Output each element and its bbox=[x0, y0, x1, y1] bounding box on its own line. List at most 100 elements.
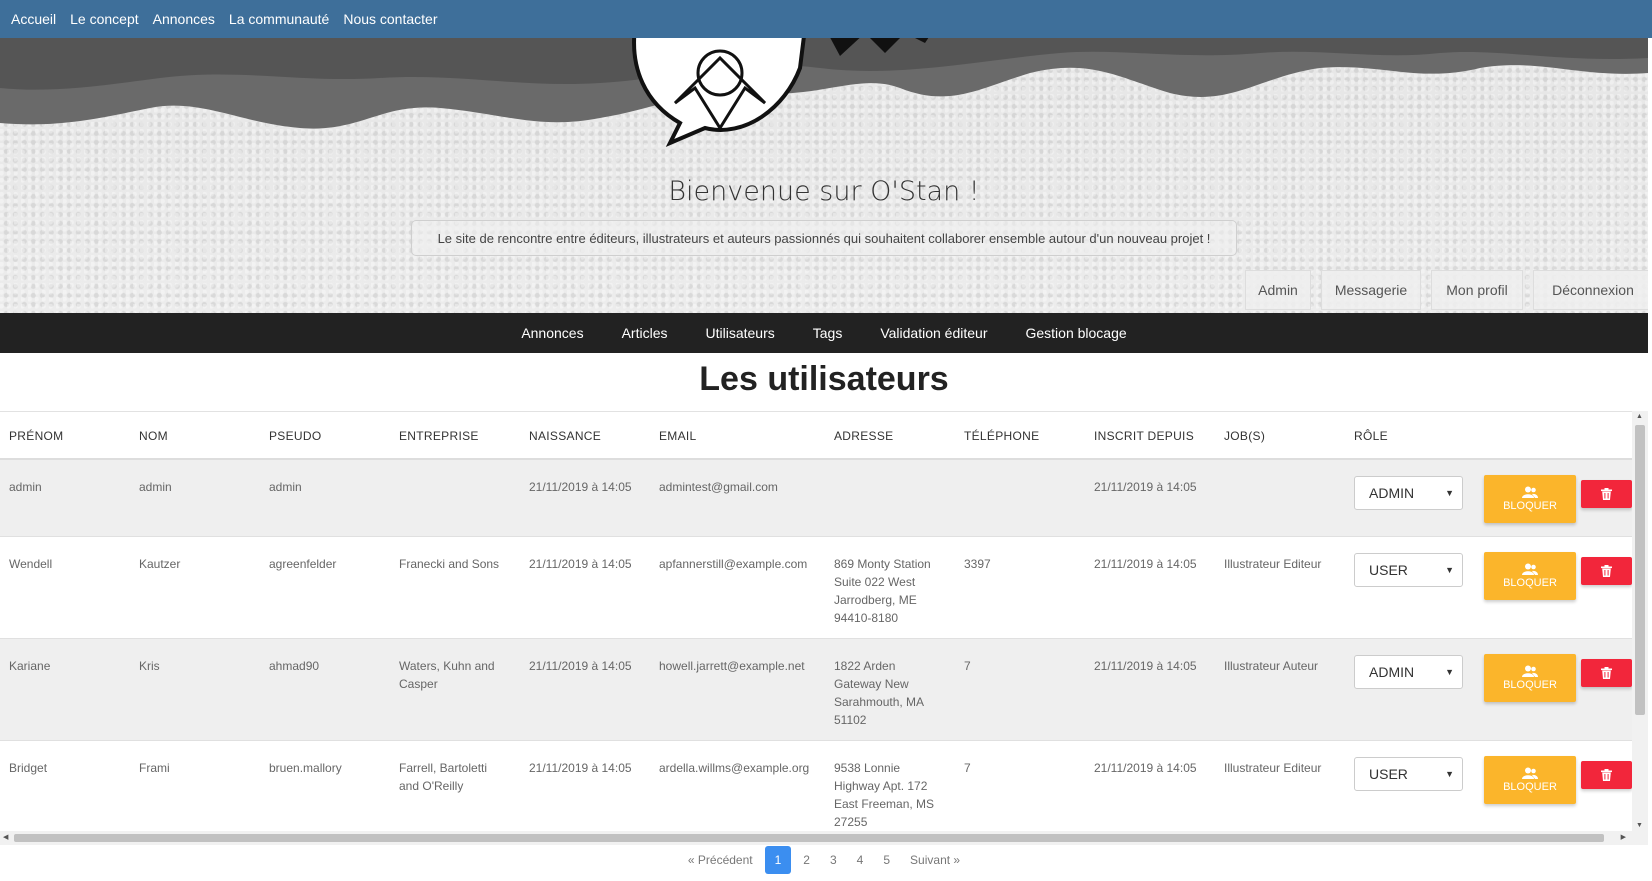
cell-naissance: 21/11/2019 à 14:05 bbox=[529, 557, 632, 571]
cell-nom: admin bbox=[139, 480, 172, 494]
admin-button[interactable]: Admin bbox=[1245, 270, 1311, 310]
pagination-prev[interactable]: « Précédent bbox=[680, 846, 761, 874]
header-prenom[interactable]: PRÉNOM bbox=[9, 429, 63, 443]
mon-profil-button[interactable]: Mon profil bbox=[1431, 270, 1523, 310]
block-button[interactable]: BLOQUER bbox=[1484, 552, 1576, 600]
admin-nav-utilisateurs[interactable]: Utilisateurs bbox=[687, 325, 794, 341]
admin-nav-annonces[interactable]: Annonces bbox=[502, 325, 602, 341]
cell-pseudo: agreenfelder bbox=[269, 557, 337, 571]
scroll-left-icon[interactable]: ◀ bbox=[3, 833, 8, 841]
admin-nav-validation-editeur[interactable]: Validation éditeur bbox=[861, 325, 1006, 341]
block-button-label: BLOQUER bbox=[1503, 577, 1557, 589]
header-nom[interactable]: NOM bbox=[139, 429, 168, 443]
page-gutter bbox=[1648, 38, 1652, 881]
scroll-right-icon[interactable]: ▶ bbox=[1621, 833, 1626, 841]
cell-pseudo: admin bbox=[269, 480, 302, 494]
hero-banner: Bienvenue sur O'Stan ! Le site de rencon… bbox=[0, 38, 1648, 313]
deconnexion-button[interactable]: Déconnexion bbox=[1533, 270, 1648, 310]
trash-icon bbox=[1601, 488, 1612, 500]
block-button[interactable]: BLOQUER bbox=[1484, 654, 1576, 702]
block-button-label: BLOQUER bbox=[1503, 781, 1557, 793]
pagination-page-5[interactable]: 5 bbox=[875, 846, 898, 874]
pagination: « Précédent 1 2 3 4 5 Suivant » bbox=[0, 846, 1648, 874]
pagination-next[interactable]: Suivant » bbox=[902, 846, 968, 874]
admin-nav-gestion-blocage[interactable]: Gestion blocage bbox=[1006, 325, 1145, 341]
header-telephone[interactable]: TÉLÉPHONE bbox=[964, 429, 1039, 443]
block-button-label: BLOQUER bbox=[1503, 679, 1557, 691]
messagerie-button[interactable]: Messagerie bbox=[1321, 270, 1421, 310]
cell-email: ardella.willms@example.org bbox=[659, 761, 810, 775]
role-select[interactable]: USER ▼ bbox=[1354, 757, 1463, 791]
scroll-up-icon[interactable]: ▲ bbox=[1636, 413, 1643, 420]
vertical-scrollbar[interactable]: ▲ ▼ bbox=[1632, 411, 1648, 831]
role-value: ADMIN bbox=[1369, 664, 1415, 680]
pagination-page-3[interactable]: 3 bbox=[822, 846, 845, 874]
header-role[interactable]: RÔLE bbox=[1354, 429, 1388, 443]
pagination-page-4[interactable]: 4 bbox=[849, 846, 872, 874]
delete-button[interactable] bbox=[1581, 557, 1632, 585]
cell-prenom: Bridget bbox=[9, 761, 48, 775]
header-email[interactable]: EMAIL bbox=[659, 429, 697, 443]
nav-accueil[interactable]: Accueil bbox=[4, 11, 63, 27]
delete-button[interactable] bbox=[1581, 480, 1632, 508]
cell-nom: Kris bbox=[139, 659, 160, 673]
cell-nom: Kautzer bbox=[139, 557, 181, 571]
cell-email: admintest@gmail.com bbox=[659, 480, 778, 494]
cell-jobs: Illustrateur Editeur bbox=[1224, 761, 1322, 775]
top-navbar: Accueil Le concept Annonces La communaut… bbox=[0, 0, 1652, 38]
admin-navbar: Annonces Articles Utilisateurs Tags Vali… bbox=[0, 313, 1648, 353]
cell-inscrit: 21/11/2019 à 14:05 bbox=[1094, 480, 1197, 494]
trash-icon bbox=[1601, 769, 1612, 781]
cell-prenom: Kariane bbox=[9, 659, 51, 673]
block-button[interactable]: BLOQUER bbox=[1484, 475, 1576, 523]
cell-inscrit: 21/11/2019 à 14:05 bbox=[1094, 761, 1197, 775]
cell-telephone: 3397 bbox=[964, 557, 991, 571]
pagination-page-2[interactable]: 2 bbox=[795, 846, 818, 874]
user-actions: Admin Messagerie Mon profil Déconnexion bbox=[1245, 270, 1648, 310]
header-naissance[interactable]: NAISSANCE bbox=[529, 429, 601, 443]
hero-title: Bienvenue sur O'Stan ! bbox=[668, 176, 980, 207]
cell-pseudo: bruen.mallory bbox=[269, 761, 342, 775]
table-row: Wendell Kautzer agreenfelder Franecki an… bbox=[0, 537, 1632, 639]
block-button[interactable]: BLOQUER bbox=[1484, 756, 1576, 804]
admin-nav-articles[interactable]: Articles bbox=[603, 325, 687, 341]
cell-email: howell.jarrett@example.net bbox=[659, 659, 805, 673]
scroll-down-icon[interactable]: ▼ bbox=[1636, 822, 1643, 829]
nav-nous-contacter[interactable]: Nous contacter bbox=[336, 11, 444, 27]
header-pseudo[interactable]: PSEUDO bbox=[269, 429, 321, 443]
cell-nom: Frami bbox=[139, 761, 170, 775]
cell-jobs: Illustrateur Auteur bbox=[1224, 659, 1319, 673]
nav-annonces[interactable]: Annonces bbox=[146, 11, 222, 27]
users-table: PRÉNOM NOM PSEUDO ENTREPRISE NAISSANCE E… bbox=[0, 411, 1648, 831]
table-row: Kariane Kris ahmad90 Waters, Kuhn and Ca… bbox=[0, 639, 1632, 741]
header-jobs[interactable]: JOB(S) bbox=[1224, 429, 1265, 443]
nav-la-communaute[interactable]: La communauté bbox=[222, 11, 336, 27]
users-icon bbox=[1522, 486, 1538, 498]
ostan-logo bbox=[632, 38, 929, 147]
delete-button[interactable] bbox=[1581, 659, 1632, 687]
cell-jobs: Illustrateur Editeur bbox=[1224, 557, 1322, 571]
role-select[interactable]: ADMIN ▼ bbox=[1354, 476, 1463, 510]
cell-telephone: 7 bbox=[964, 659, 971, 673]
delete-button[interactable] bbox=[1581, 761, 1632, 789]
cell-adresse: 869 Monty Station Suite 022 West Jarrodb… bbox=[834, 557, 931, 625]
users-icon bbox=[1522, 767, 1538, 779]
horizontal-scrollbar[interactable]: ◀ ▶ bbox=[0, 831, 1648, 845]
chevron-down-icon: ▼ bbox=[1445, 667, 1454, 677]
header-inscrit-depuis[interactable]: INSCRIT DEPUIS bbox=[1094, 429, 1194, 443]
admin-nav-tags[interactable]: Tags bbox=[794, 325, 862, 341]
nav-le-concept[interactable]: Le concept bbox=[63, 11, 146, 27]
cell-inscrit: 21/11/2019 à 14:05 bbox=[1094, 557, 1197, 571]
header-adresse[interactable]: ADRESSE bbox=[834, 429, 893, 443]
pagination-page-1[interactable]: 1 bbox=[764, 846, 792, 874]
vertical-scroll-thumb[interactable] bbox=[1635, 425, 1645, 715]
role-select[interactable]: ADMIN ▼ bbox=[1354, 655, 1463, 689]
cell-naissance: 21/11/2019 à 14:05 bbox=[529, 659, 632, 673]
chevron-down-icon: ▼ bbox=[1445, 565, 1454, 575]
cell-naissance: 21/11/2019 à 14:05 bbox=[529, 761, 632, 775]
header-entreprise[interactable]: ENTREPRISE bbox=[399, 429, 479, 443]
cell-pseudo: ahmad90 bbox=[269, 659, 320, 673]
trash-icon bbox=[1601, 667, 1612, 679]
horizontal-scroll-thumb[interactable] bbox=[14, 834, 1604, 842]
role-select[interactable]: USER ▼ bbox=[1354, 553, 1463, 587]
